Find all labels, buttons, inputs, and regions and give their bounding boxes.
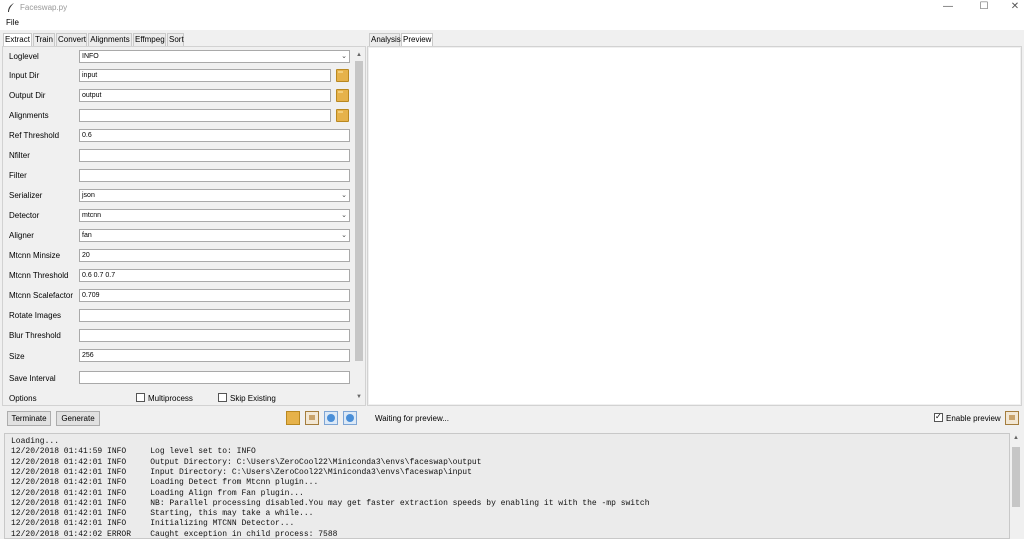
detector-label: Detector: [9, 211, 40, 220]
console-line: 12/20/2018 01:42:01 INFO NB: Parallel pr…: [11, 498, 650, 508]
skip-existing-label: Skip Existing: [230, 394, 276, 403]
load-folder-icon[interactable]: [286, 411, 300, 425]
nfilter-field[interactable]: [79, 149, 350, 162]
ref-threshold-label: Ref Threshold: [9, 131, 60, 140]
mtcnn-threshold-label: Mtcnn Threshold: [9, 271, 69, 280]
serializer-label: Serializer: [9, 191, 43, 200]
options-label: Options: [9, 394, 37, 403]
menu-bar: File: [0, 16, 1024, 30]
mtcnn-scalefactor-label: Mtcnn Scalefactor: [9, 291, 74, 300]
console-line: 12/20/2018 01:42:01 INFO Output Director…: [11, 457, 482, 467]
size-field[interactable]: 256: [79, 349, 350, 362]
tab-preview[interactable]: Preview: [401, 33, 433, 47]
ref-threshold-field[interactable]: 0.6: [79, 129, 350, 142]
console-line: 12/20/2018 01:42:01 INFO Loading Detect …: [11, 478, 319, 488]
chevron-down-icon: ⌄: [341, 212, 347, 219]
output-dir-folder-icon[interactable]: [336, 89, 349, 102]
close-button[interactable]: ✕: [1000, 0, 1024, 14]
preview-canvas: [369, 48, 1020, 404]
options-scrollbar[interactable]: ▲ ▼: [354, 51, 364, 401]
scrollbar-thumb[interactable]: [1012, 447, 1020, 507]
clear-icon[interactable]: [343, 411, 357, 425]
save-preview-icon[interactable]: [1005, 411, 1019, 425]
enable-preview-label: Enable preview: [946, 414, 1001, 423]
reset-icon[interactable]: [324, 411, 338, 425]
tab-alignments[interactable]: Alignments: [88, 33, 132, 46]
enable-preview-checkbox[interactable]: [934, 412, 943, 422]
terminate-button[interactable]: Terminate: [7, 411, 51, 426]
serializer-value: json: [82, 192, 95, 199]
generate-button[interactable]: Generate: [56, 411, 100, 426]
aligner-value: fan: [82, 232, 92, 239]
chevron-down-icon: ⌄: [341, 53, 347, 60]
detector-select[interactable]: mtcnn ⌄: [79, 209, 350, 222]
aligner-select[interactable]: fan ⌄: [79, 229, 350, 242]
save-icon[interactable]: [305, 411, 319, 425]
multiprocess-label: Multiprocess: [148, 394, 193, 403]
alignments-folder-icon[interactable]: [336, 109, 349, 122]
mtcnn-threshold-field[interactable]: 0.6 0.7 0.7: [79, 269, 350, 282]
mtcnn-minsize-label: Mtcnn Minsize: [9, 251, 61, 260]
console-line: 12/20/2018 01:42:02 ERROR Caught excepti…: [11, 529, 338, 539]
tab-extract[interactable]: Extract: [3, 33, 32, 47]
menu-file[interactable]: File: [6, 18, 19, 27]
mtcnn-scalefactor-field[interactable]: 0.709: [79, 289, 350, 302]
console-line: 12/20/2018 01:42:01 INFO Starting, this …: [11, 509, 314, 519]
tab-sort[interactable]: Sort: [167, 33, 184, 46]
output-dir-label: Output Dir: [9, 91, 46, 100]
loglevel-label: Loglevel: [9, 52, 39, 61]
serializer-select[interactable]: json ⌄: [79, 189, 350, 202]
tab-effmpeg[interactable]: Effmpeg: [133, 33, 166, 46]
blur-threshold-label: Blur Threshold: [9, 331, 61, 340]
detector-value: mtcnn: [82, 212, 102, 219]
loglevel-select[interactable]: INFO ⌄: [79, 50, 350, 63]
rotate-images-label: Rotate Images: [9, 311, 62, 320]
filter-field[interactable]: [79, 169, 350, 182]
scrollbar-thumb[interactable]: [355, 61, 363, 361]
aligner-label: Aligner: [9, 231, 34, 240]
scroll-up-icon[interactable]: ▲: [1011, 434, 1021, 442]
nfilter-label: Nfilter: [9, 151, 30, 160]
rotate-images-field[interactable]: [79, 309, 350, 322]
filter-label: Filter: [9, 171, 27, 180]
loglevel-value: INFO: [82, 53, 99, 60]
input-dir-folder-icon[interactable]: [336, 69, 349, 82]
preview-status-text: Waiting for preview...: [375, 414, 449, 423]
alignments-label: Alignments: [9, 111, 49, 120]
scroll-down-icon[interactable]: ▼: [354, 393, 364, 401]
console-line: 12/20/2018 01:42:01 INFO Loading Align f…: [11, 488, 304, 498]
preview-status-bar: Waiting for preview... Enable preview: [367, 407, 1022, 429]
blur-threshold-field[interactable]: [79, 329, 350, 342]
tab-analysis[interactable]: Analysis: [369, 33, 401, 46]
input-dir-label: Input Dir: [9, 71, 40, 80]
window-title: Faceswap.py: [20, 3, 68, 12]
console-output[interactable]: Loading... 12/20/2018 01:41:59 INFO Log …: [4, 433, 1010, 539]
preview-panel: [367, 46, 1022, 406]
feather-icon: [8, 3, 14, 12]
mtcnn-minsize-field[interactable]: 20: [79, 249, 350, 262]
minimize-button[interactable]: —: [933, 0, 963, 14]
tab-convert[interactable]: Convert: [56, 33, 87, 46]
console-line: 12/20/2018 01:41:59 INFO Log level set t…: [11, 447, 256, 457]
chevron-down-icon: ⌄: [341, 192, 347, 199]
console-line: 12/20/2018 01:42:01 INFO Input Directory…: [11, 467, 472, 477]
extract-panel: Loglevel INFO ⌄ Input Dir input Output D…: [2, 46, 366, 406]
title-bar: Faceswap.py — ☐ ✕: [0, 0, 1024, 16]
input-dir-field[interactable]: input: [79, 69, 331, 82]
skip-existing-checkbox[interactable]: [218, 393, 227, 402]
multiprocess-checkbox[interactable]: [136, 393, 145, 402]
console-scrollbar[interactable]: ▲: [1010, 433, 1022, 539]
size-label: Size: [9, 352, 25, 361]
console-line: 12/20/2018 01:42:01 INFO Initializing MT…: [11, 519, 295, 529]
save-interval-field[interactable]: [79, 371, 350, 384]
output-dir-field[interactable]: output: [79, 89, 331, 102]
maximize-button[interactable]: ☐: [969, 0, 999, 14]
scroll-up-icon[interactable]: ▲: [354, 51, 364, 59]
console-line: Loading...: [11, 437, 60, 446]
chevron-down-icon: ⌄: [341, 232, 347, 239]
alignments-field[interactable]: [79, 109, 331, 122]
save-interval-label: Save Interval: [9, 374, 56, 383]
tab-train[interactable]: Train: [33, 33, 55, 46]
